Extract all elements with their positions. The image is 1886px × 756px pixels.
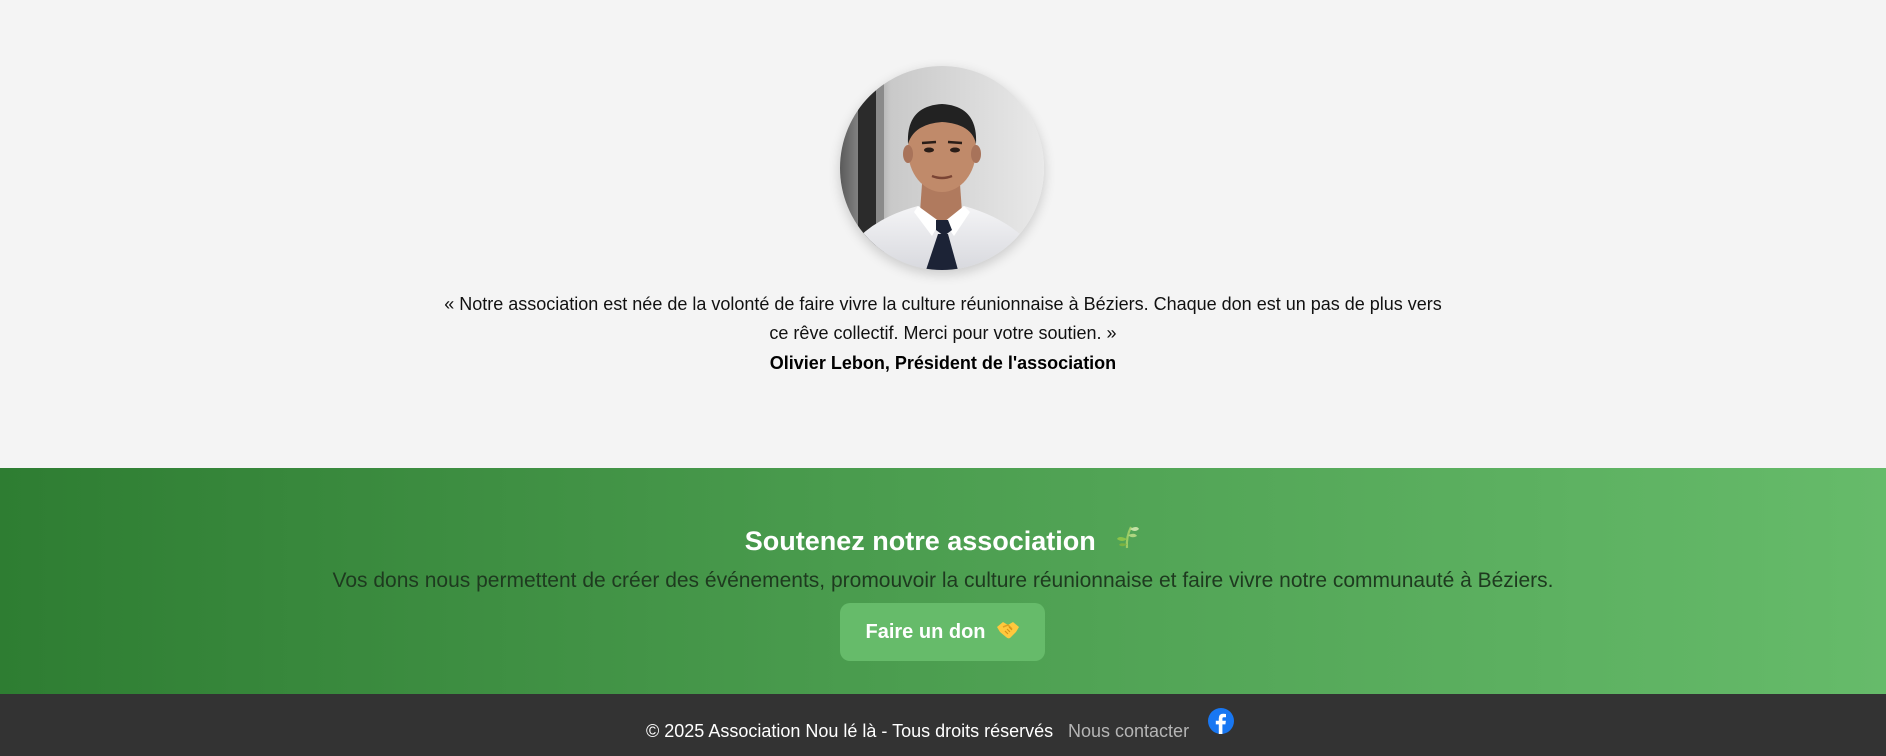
president-testimonial: « Notre association est née de la volont… xyxy=(0,0,1886,468)
testimonial-author: Olivier Lebon, Président de l'associatio… xyxy=(769,353,1117,373)
support-banner: Soutenez notre association Vos dons nous… xyxy=(0,468,1886,694)
quote-line-2: ce rêve collectif. Merci pour votre sout… xyxy=(769,323,1117,343)
facebook-icon[interactable] xyxy=(1208,708,1234,734)
copyright-text: © 2025 Association Nou lé là - Tous droi… xyxy=(646,721,1054,741)
president-avatar xyxy=(840,66,1044,270)
testimonial-quote: « Notre association est née de la volont… xyxy=(430,290,1456,348)
page: « Notre association est née de la volont… xyxy=(0,0,1886,756)
site-footer: © 2025 Association Nou lé là - Tous droi… xyxy=(0,694,1886,756)
handshake-icon xyxy=(996,618,1020,646)
donate-button[interactable]: Faire un don xyxy=(840,603,1045,661)
contact-link[interactable]: Nous contacter xyxy=(1068,694,1189,756)
quote-line-1: « Notre association est née de la volont… xyxy=(444,294,1442,314)
donate-button-label: Faire un don xyxy=(865,620,986,643)
president-portrait-image xyxy=(840,66,1044,270)
